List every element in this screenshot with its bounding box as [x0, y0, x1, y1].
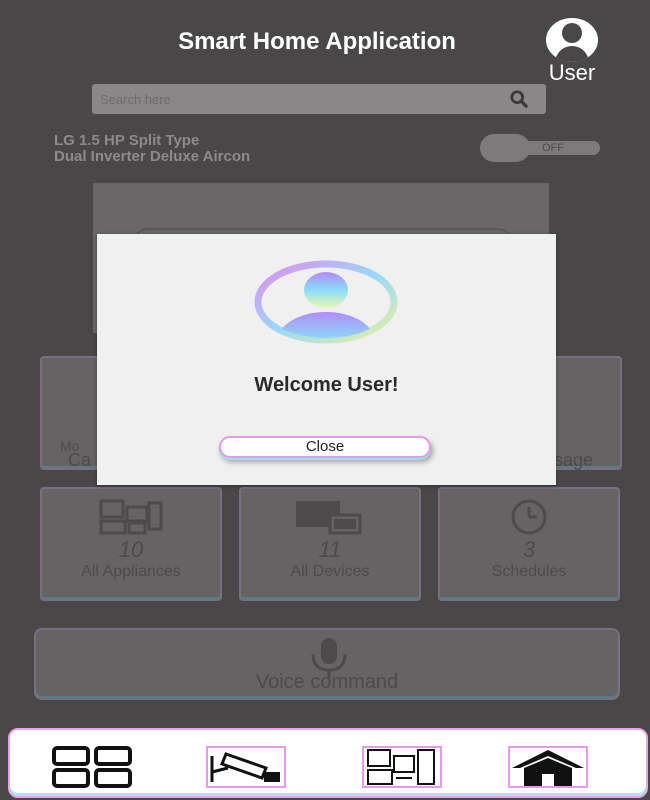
stat-label: Schedules [491, 563, 567, 580]
user-profile-button[interactable]: User [532, 18, 612, 86]
partial-card-left-text2: Ca [68, 450, 92, 470]
nav-appliances-button[interactable] [362, 746, 442, 788]
appliances-icon [362, 746, 442, 788]
partial-card-right-text: sage [554, 450, 594, 470]
search-bar [92, 84, 546, 114]
search-input[interactable] [92, 84, 492, 114]
user-avatar-icon [254, 260, 398, 344]
nav-dashboard-button[interactable] [52, 746, 132, 788]
user-avatar-icon [546, 18, 598, 62]
stat-label: All Appliances [81, 563, 181, 580]
nav-cameras-button[interactable] [206, 746, 286, 788]
security-camera-icon [206, 746, 286, 788]
search-icon[interactable] [510, 90, 528, 108]
appliances-icon [99, 499, 163, 535]
partial-card-left[interactable]: Mo Ca [40, 356, 100, 470]
stat-card-schedules[interactable]: 3 Schedules [438, 487, 620, 601]
device-name: LG 1.5 HP Split Type Dual Inverter Delux… [54, 133, 250, 165]
device-name-line2: Dual Inverter Deluxe Aircon [54, 148, 251, 165]
devices-icon [296, 501, 362, 535]
nav-home-button[interactable] [508, 746, 588, 788]
stat-label: All Devices [290, 563, 370, 580]
home-icon [508, 746, 588, 788]
grid-icon [52, 746, 132, 788]
device-name-line1: LG 1.5 HP Split Type [54, 132, 200, 149]
stat-value: 11 [318, 537, 342, 562]
stat-card-devices[interactable]: 11 All Devices [239, 487, 421, 601]
welcome-modal: Welcome User! Close [97, 234, 556, 485]
welcome-message: Welcome User! [254, 374, 399, 396]
stat-card-appliances[interactable]: 10 All Appliances [40, 487, 222, 601]
partial-card-right[interactable]: sage [552, 356, 622, 470]
close-button[interactable]: Close [219, 436, 431, 458]
device-power-toggle[interactable]: OFF [480, 134, 602, 162]
toggle-state-label: OFF [542, 142, 564, 154]
stat-value: 10 [118, 537, 144, 562]
app-screen: Smart Home Application User LG 1.5 HP Sp… [0, 0, 650, 800]
stat-value: 3 [522, 537, 536, 562]
bottom-navigation [8, 728, 648, 798]
user-label: User [548, 60, 596, 85]
voice-command-button[interactable]: Voice command [34, 628, 620, 700]
voice-command-label: Voice command [255, 671, 399, 693]
clock-icon [511, 499, 547, 535]
